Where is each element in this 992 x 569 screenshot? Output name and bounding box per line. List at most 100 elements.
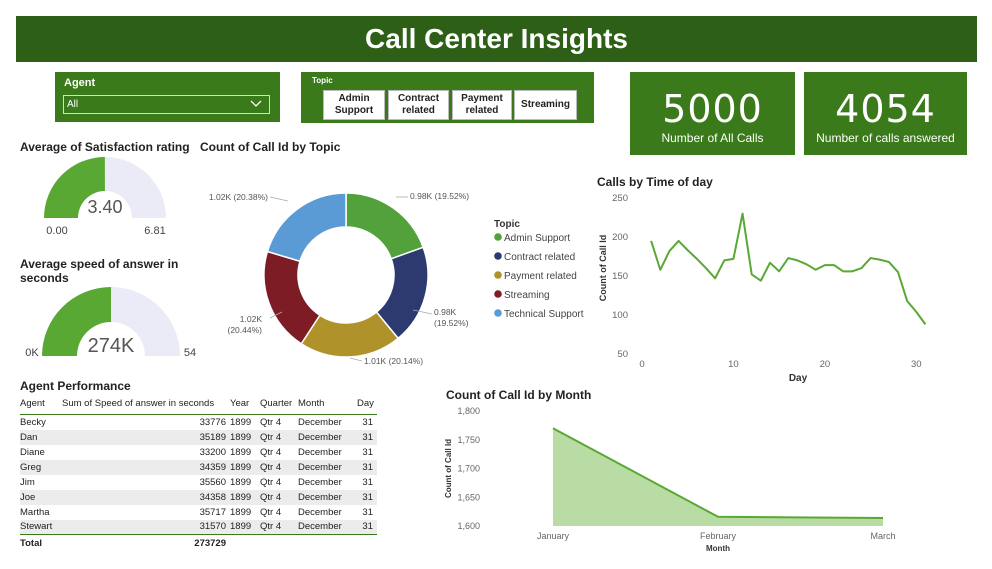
table-cell: Qtr 4 [260, 416, 282, 428]
column-header[interactable]: Agent [20, 392, 62, 415]
table-cell: Qtr 4 [260, 476, 282, 488]
topic-button-payment-related[interactable]: Payment related [452, 90, 512, 120]
agent-slicer-label: Agent [64, 77, 96, 89]
table-cell: 35189 [62, 429, 226, 445]
agent-dropdown[interactable]: All [63, 95, 270, 114]
table-cell: Qtr 4 [260, 446, 282, 458]
y-tick-label: 1,650 [457, 492, 480, 502]
gauge-value-label: 274K [88, 335, 135, 357]
gauge-min-label: 0K [25, 347, 39, 359]
legend-entry: Payment related [504, 271, 577, 282]
column-header[interactable]: Month [298, 392, 352, 415]
table-cell: 31 [362, 446, 373, 458]
page-title: Call Center Insights [365, 23, 628, 54]
x-tick-label: 30 [911, 359, 922, 370]
kpi-value: 5000 [662, 87, 763, 131]
y-tick-label: 150 [612, 271, 628, 282]
x-tick-label: February [700, 531, 737, 541]
table-cell: 31570 [62, 519, 226, 535]
y-axis-label: Count of Call Id [598, 235, 608, 302]
topic-button-streaming[interactable]: Streaming [514, 90, 577, 120]
table-row: Diane 33200 1899 Qtr 4 December 31 [20, 445, 377, 460]
y-tick-label: 1,600 [457, 521, 480, 531]
topic-button-text: Streaming [521, 99, 570, 110]
table-cell: 1899 [226, 489, 256, 505]
legend-entry: Admin Support [504, 233, 570, 244]
table-header-row: Agent Sum of Speed of answer in seconds … [20, 392, 377, 415]
satisfaction-gauge: 3.40 0.00 6.81 [44, 157, 166, 237]
table-cell: December [298, 476, 342, 488]
table-cell: Becky [20, 416, 46, 428]
table-cell: December [298, 519, 352, 535]
y-axis-label: Count of Call Id [444, 439, 453, 498]
topic-button-contract-related[interactable]: Contract related [388, 90, 449, 120]
table-cell: Greg [20, 459, 62, 475]
x-tick-label: March [870, 531, 895, 541]
legend-marker [494, 309, 502, 317]
donut-data-label: 1.02K (20.38%) [209, 192, 268, 202]
table-cell: 31 [352, 429, 377, 445]
column-header[interactable]: Sum of Speed of answer in seconds [62, 392, 226, 415]
table-cell: Qtr 4 [256, 459, 298, 475]
topic-slicer-label: Topic [312, 76, 333, 85]
table-cell: 1899 [230, 416, 252, 428]
topic-slicer: Topic Admin Support Contract related Payme… [301, 72, 594, 123]
area-fill [553, 428, 883, 526]
table-cell: 33200 [199, 446, 226, 458]
gauge-value-label: 3.40 [87, 197, 122, 217]
topic-button-admin-support[interactable]: Admin Support [323, 90, 385, 120]
agent-dropdown-value: All [67, 99, 79, 110]
table-cell: Martha [20, 506, 50, 518]
kpi-caption: Number of All Calls [661, 131, 764, 145]
table-row: Jim 35560 1899 Qtr 4 December 31 [20, 475, 377, 490]
table-total-cell [298, 534, 352, 553]
legend-entry: Contract related [504, 252, 575, 263]
y-tick-label: 50 [617, 349, 628, 360]
donut-slice [345, 192, 425, 260]
donut-chart: 0.98K (19.52%) 0.98K(19.52%) 1.01K (20.14%… [209, 191, 584, 366]
table-cell: 1899 [226, 429, 256, 445]
table-total-cell [226, 534, 256, 553]
x-tick-label: 0 [639, 359, 644, 370]
table-cell: Qtr 4 [256, 489, 298, 505]
table-total-cell [352, 534, 377, 553]
table-row: Dan 35189 1899 Qtr 4 December 31 [20, 429, 377, 445]
table-cell: December [298, 506, 342, 518]
table-cell: 31 [352, 519, 377, 535]
table-cell: 1899 [230, 506, 252, 518]
x-tick-label: 10 [728, 359, 739, 370]
table-row: Joe 34358 1899 Qtr 4 December 31 [20, 489, 377, 505]
kpi-value: 4054 [835, 87, 936, 131]
legend-marker [494, 271, 502, 279]
x-tick-label: 20 [820, 359, 831, 370]
table-cell: 1899 [226, 519, 256, 535]
legend-entry: Streaming [504, 290, 550, 301]
table-cell: 1899 [230, 476, 252, 488]
donut-data-label: (20.44%) [228, 325, 263, 335]
kpi-card-all-calls: 5000 Number of All Calls [630, 72, 795, 155]
legend-marker [494, 290, 502, 298]
column-header[interactable]: Day [352, 392, 377, 415]
speed-gauge-title-line: Average speed of answer in [20, 257, 179, 271]
table-cell: Qtr 4 [256, 429, 298, 445]
donut-label-leader [269, 196, 289, 202]
gauge-min-label: 0.00 [46, 225, 67, 237]
table-cell: Jim [20, 476, 35, 488]
agent-slicer: Agent All [55, 72, 280, 122]
table-row: Becky 33776 1899 Qtr 4 December 31 [20, 415, 377, 430]
table-row: Stewart 31570 1899 Qtr 4 December 31 [20, 519, 377, 535]
agent-performance-title: Agent Performance [20, 379, 131, 393]
table-row: Martha 35717 1899 Qtr 4 December 31 [20, 505, 377, 520]
table-cell: Dan [20, 429, 62, 445]
donut-data-label: 0.98K [434, 307, 457, 317]
column-header[interactable]: Year [226, 392, 256, 415]
legend-marker [494, 233, 502, 241]
column-header[interactable]: Quarter [256, 392, 298, 415]
agent-performance-table: Agent Sum of Speed of answer in seconds … [20, 392, 377, 553]
line-series [650, 212, 927, 325]
y-tick-label: 250 [612, 193, 628, 204]
line-chart: 50 100 150 200 250 0 10 20 30 Day Count of Call Id [598, 193, 927, 384]
table-cell: 34358 [62, 489, 226, 505]
y-tick-label: 200 [612, 232, 628, 243]
table-cell: 1899 [230, 446, 252, 458]
